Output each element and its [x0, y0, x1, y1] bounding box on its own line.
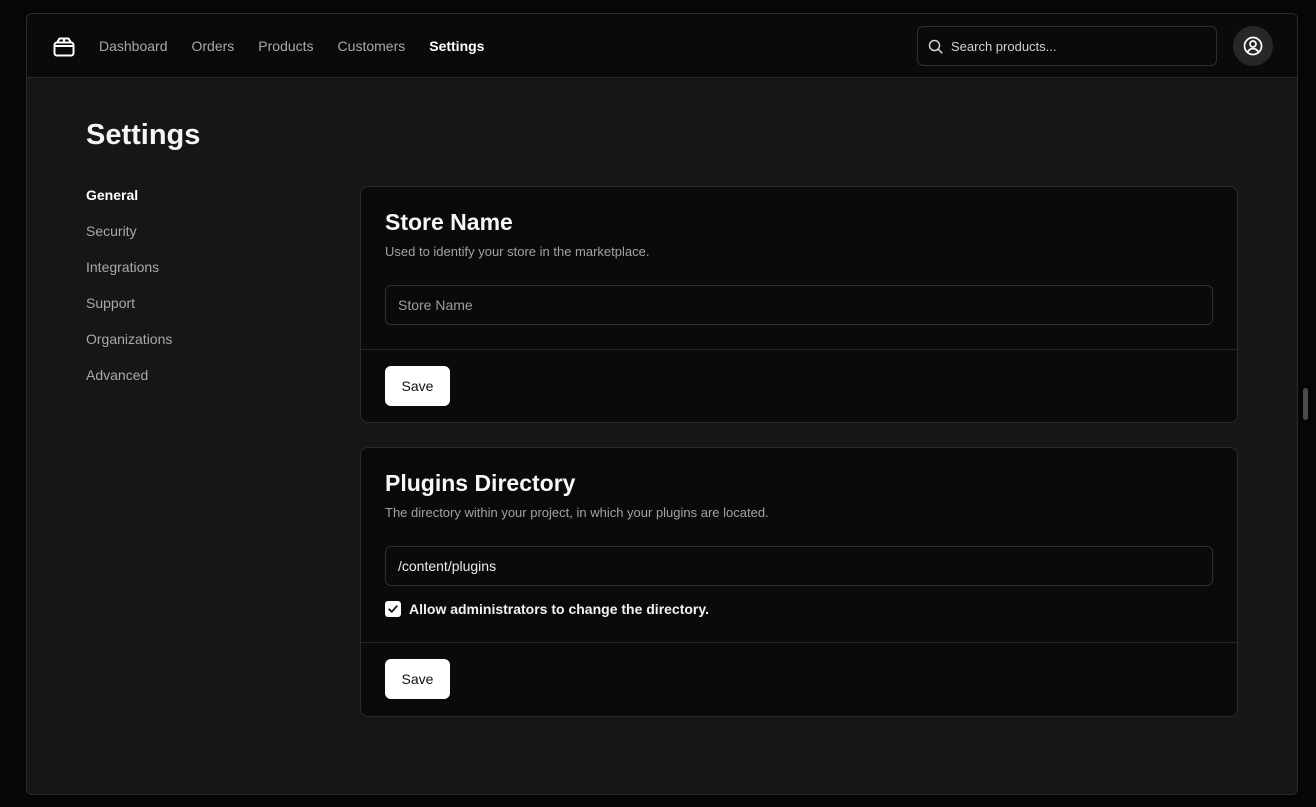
search-icon: [928, 39, 943, 54]
store-name-card: Store Name Used to identify your store i…: [360, 186, 1238, 423]
scrollbar-thumb[interactable]: [1303, 388, 1308, 420]
search-box[interactable]: [917, 26, 1217, 66]
settings-sidebar: General Security Integrations Support Or…: [86, 186, 172, 384]
user-circle-icon: [1243, 36, 1263, 56]
sidebar-item-organizations[interactable]: Organizations: [86, 330, 172, 348]
page-title: Settings: [86, 119, 201, 151]
sidebar-item-integrations[interactable]: Integrations: [86, 258, 172, 276]
search-input[interactable]: [951, 38, 1191, 54]
nav-settings[interactable]: Settings: [429, 38, 484, 54]
package-logo-icon[interactable]: [53, 37, 75, 57]
allow-admins-checkbox[interactable]: [385, 601, 401, 617]
allow-admins-checkbox-label: Allow administrators to change the direc…: [409, 601, 710, 617]
card-divider: [361, 642, 1237, 643]
plugins-directory-card-title: Plugins Directory: [385, 470, 576, 496]
top-navbar: Dashboard Orders Products Customers Sett…: [27, 14, 1297, 78]
nav-customers[interactable]: Customers: [338, 38, 406, 54]
app-window: Dashboard Orders Products Customers Sett…: [26, 13, 1298, 795]
plugins-directory-card: Plugins Directory The directory within y…: [360, 447, 1238, 717]
user-menu-button[interactable]: [1233, 26, 1273, 66]
nav-orders[interactable]: Orders: [192, 38, 235, 54]
sidebar-item-advanced[interactable]: Advanced: [86, 366, 172, 384]
card-divider: [361, 349, 1237, 350]
nav-products[interactable]: Products: [258, 38, 313, 54]
check-icon: [388, 605, 398, 613]
store-name-input[interactable]: [385, 285, 1213, 325]
plugins-directory-card-description: The directory within your project, in wh…: [385, 505, 769, 520]
plugins-directory-save-button[interactable]: Save: [385, 659, 450, 699]
sidebar-item-support[interactable]: Support: [86, 294, 172, 312]
store-name-save-button[interactable]: Save: [385, 366, 450, 406]
sidebar-item-general[interactable]: General: [86, 186, 172, 204]
plugins-directory-input[interactable]: [385, 546, 1213, 586]
allow-admins-checkbox-row[interactable]: Allow administrators to change the direc…: [385, 601, 709, 617]
nav-dashboard[interactable]: Dashboard: [99, 38, 168, 54]
store-name-card-title: Store Name: [385, 209, 513, 235]
store-name-card-description: Used to identify your store in the marke…: [385, 244, 650, 259]
main-nav: Dashboard Orders Products Customers Sett…: [99, 14, 484, 78]
sidebar-item-security[interactable]: Security: [86, 222, 172, 240]
